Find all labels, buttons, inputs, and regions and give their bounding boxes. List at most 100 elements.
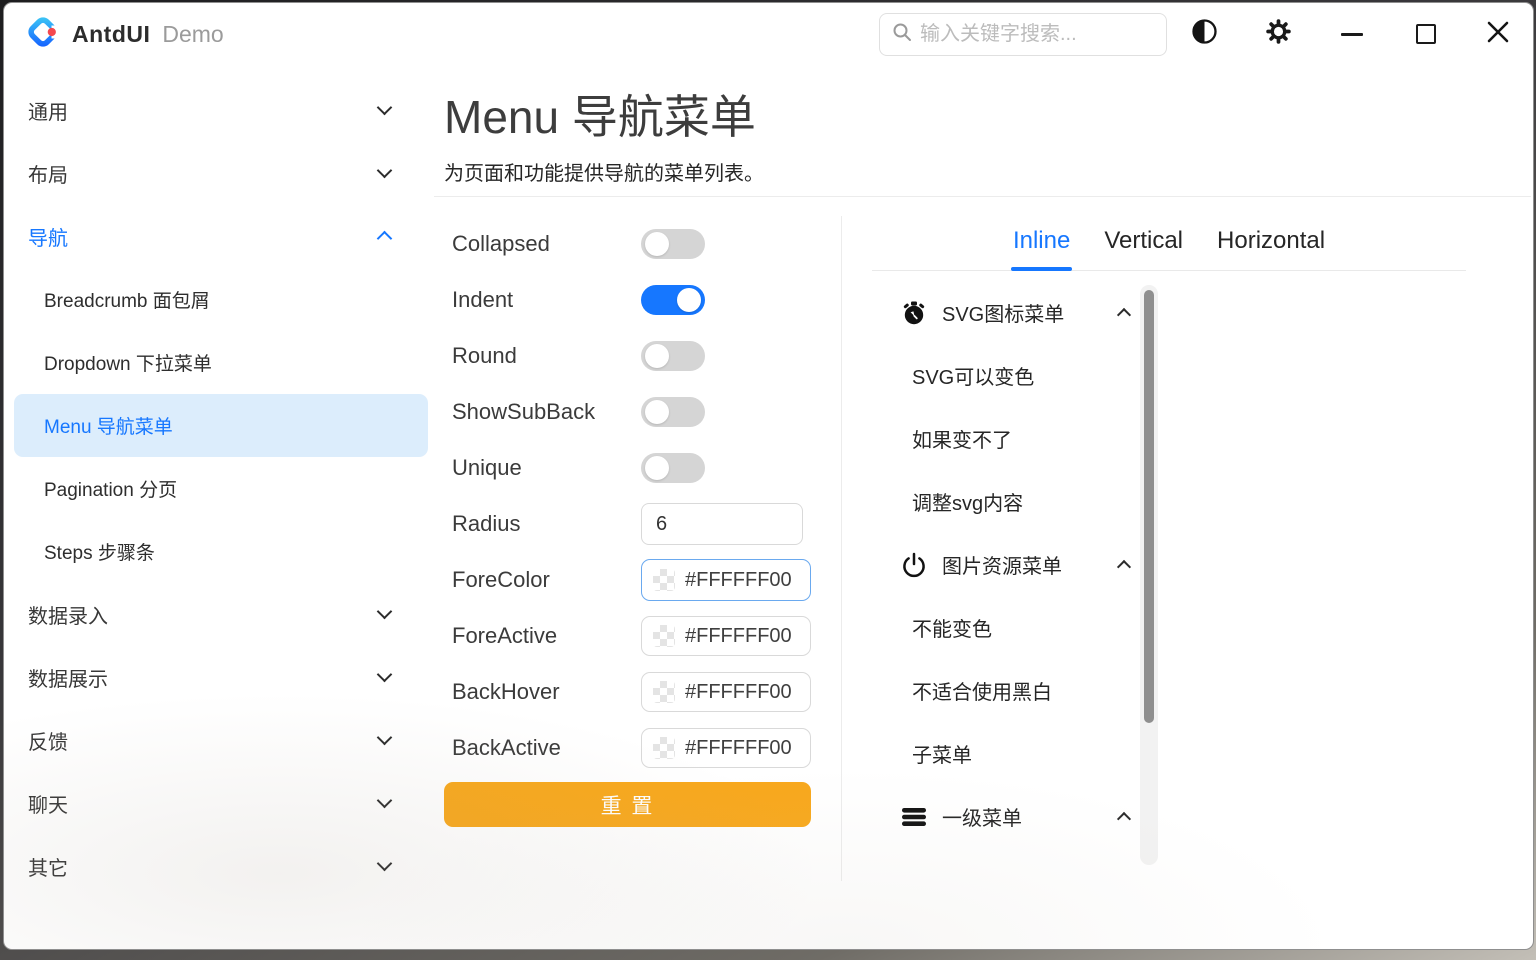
settings-button[interactable] bbox=[1241, 3, 1315, 65]
sidebar-item-label: Steps 步骤条 bbox=[44, 538, 155, 565]
sidebar-item-label: 反馈 bbox=[28, 726, 68, 755]
search-box[interactable] bbox=[879, 13, 1167, 56]
sidebar-item-dropdown[interactable]: Dropdown 下拉菜单 bbox=[4, 331, 434, 394]
chevron-down-icon bbox=[377, 793, 393, 809]
backactive-input[interactable]: #FFFFFF00 bbox=[641, 728, 811, 768]
radius-input[interactable] bbox=[641, 503, 803, 545]
sidebar-item-navigation[interactable]: 导航 bbox=[4, 205, 434, 268]
toggle-knob bbox=[645, 344, 669, 368]
color-value: #FFFFFF00 bbox=[685, 625, 792, 648]
sidebar-item-label: 聊天 bbox=[28, 789, 68, 818]
theme-toggle-button[interactable] bbox=[1167, 3, 1241, 65]
chevron-down-icon bbox=[377, 163, 393, 179]
sidebar: 通用 布局 导航 Breadcrumb 面包屑 Dropdown 下拉菜单 Me… bbox=[4, 65, 434, 949]
menu-lines-icon bbox=[901, 804, 927, 830]
menu-item[interactable]: SVG可以变色 bbox=[842, 344, 1142, 407]
toggle-indent[interactable] bbox=[641, 285, 705, 315]
chevron-up-icon bbox=[1117, 559, 1131, 573]
menu-item[interactable]: 不适合使用黑白 bbox=[842, 659, 1142, 722]
config-row: Round bbox=[434, 328, 841, 384]
sidebar-item-label: Menu 导航菜单 bbox=[44, 412, 173, 439]
toggle-label: Round bbox=[452, 343, 641, 369]
menu-item-label: 不能变色 bbox=[912, 613, 992, 642]
sidebar-item-general[interactable]: 通用 bbox=[4, 79, 434, 142]
close-icon bbox=[1486, 20, 1510, 49]
config-panel: Collapsed Indent Round ShowSubBack bbox=[434, 216, 841, 827]
sidebar-item-steps[interactable]: Steps 步骤条 bbox=[4, 520, 434, 583]
toggle-knob bbox=[645, 400, 669, 424]
minimize-button[interactable] bbox=[1315, 3, 1389, 65]
sidebar-item-menu[interactable]: Menu 导航菜单 bbox=[14, 394, 428, 457]
settings-gear-icon bbox=[1265, 18, 1292, 50]
menu-group-svg[interactable]: SVG图标菜单 bbox=[842, 281, 1142, 344]
toggle-knob bbox=[677, 288, 701, 312]
config-row: ForeActive #FFFFFF00 bbox=[434, 608, 841, 664]
sidebar-item-breadcrumb[interactable]: Breadcrumb 面包屑 bbox=[4, 268, 434, 331]
sidebar-item-layout[interactable]: 布局 bbox=[4, 142, 434, 205]
sidebar-item-label: 通用 bbox=[28, 96, 68, 125]
menu-item[interactable]: 调整svg内容 bbox=[842, 470, 1142, 533]
search-icon bbox=[892, 22, 912, 47]
menu-group-label: 一级菜单 bbox=[942, 802, 1022, 831]
config-row: BackActive #FFFFFF00 bbox=[434, 720, 841, 776]
toggle-unique[interactable] bbox=[641, 453, 705, 483]
desktop-background: AntdUI Demo bbox=[0, 0, 1536, 960]
menu-group-image[interactable]: 图片资源菜单 bbox=[842, 533, 1142, 596]
app-title: AntdUI bbox=[72, 21, 150, 48]
config-row: Collapsed bbox=[434, 216, 841, 272]
sidebar-item-data-display[interactable]: 数据展示 bbox=[4, 646, 434, 709]
menu-item-label: 调整svg内容 bbox=[912, 487, 1023, 516]
backactive-label: BackActive bbox=[452, 735, 641, 761]
close-button[interactable] bbox=[1463, 3, 1533, 65]
backhover-label: BackHover bbox=[452, 679, 641, 705]
chevron-up-icon bbox=[1117, 811, 1131, 825]
sidebar-item-pagination[interactable]: Pagination 分页 bbox=[4, 457, 434, 520]
app-window: AntdUI Demo bbox=[3, 2, 1534, 950]
chevron-down-icon bbox=[377, 730, 393, 746]
config-row: Indent bbox=[434, 272, 841, 328]
menu-item[interactable]: 不能变色 bbox=[842, 596, 1142, 659]
demo-scrollbar-thumb[interactable] bbox=[1144, 290, 1154, 723]
color-value: #FFFFFF00 bbox=[685, 681, 792, 704]
demo-menu: SVG图标菜单 SVG可以变色 如果变不了 调整svg内容 bbox=[842, 281, 1142, 848]
sidebar-item-label: 导航 bbox=[28, 222, 68, 251]
toggle-showsubback[interactable] bbox=[641, 397, 705, 427]
toggle-round[interactable] bbox=[641, 341, 705, 371]
menu-item[interactable]: 子菜单 bbox=[842, 722, 1142, 785]
transparency-swatch bbox=[653, 737, 675, 759]
foreactive-label: ForeActive bbox=[452, 623, 641, 649]
sidebar-item-label: 布局 bbox=[28, 159, 68, 188]
sidebar-item-feedback[interactable]: 反馈 bbox=[4, 709, 434, 772]
foreactive-input[interactable]: #FFFFFF00 bbox=[641, 616, 811, 656]
toggle-knob bbox=[645, 456, 669, 480]
config-row: Unique bbox=[434, 440, 841, 496]
forecolor-input[interactable]: #FFFFFF00 bbox=[641, 559, 811, 601]
menu-item-label: 如果变不了 bbox=[912, 424, 1012, 453]
app-logo-icon bbox=[26, 15, 60, 54]
reset-button[interactable]: 重 置 bbox=[444, 782, 811, 827]
demo-scrollbar-track[interactable] bbox=[1140, 285, 1158, 865]
content-area: Collapsed Indent Round ShowSubBack bbox=[434, 216, 1533, 949]
toggle-label: Indent bbox=[452, 287, 641, 313]
menu-item-label: SVG可以变色 bbox=[912, 361, 1034, 390]
menu-group-top-level[interactable]: 一级菜单 bbox=[842, 785, 1142, 848]
toggle-collapsed[interactable] bbox=[641, 229, 705, 259]
maximize-button[interactable] bbox=[1389, 3, 1463, 65]
backhover-input[interactable]: #FFFFFF00 bbox=[641, 672, 811, 712]
page-header: Menu 导航菜单 为页面和功能提供导航的菜单列表。 bbox=[434, 65, 1531, 197]
sidebar-item-label: 数据录入 bbox=[28, 600, 108, 629]
sidebar-item-other[interactable]: 其它 bbox=[4, 835, 434, 898]
chevron-down-icon bbox=[377, 604, 393, 620]
sidebar-item-label: Dropdown 下拉菜单 bbox=[44, 349, 212, 376]
menu-item[interactable]: 如果变不了 bbox=[842, 407, 1142, 470]
toggle-label: Collapsed bbox=[452, 231, 641, 257]
sidebar-item-data-entry[interactable]: 数据录入 bbox=[4, 583, 434, 646]
sidebar-item-chat[interactable]: 聊天 bbox=[4, 772, 434, 835]
config-row: ShowSubBack bbox=[434, 384, 841, 440]
chevron-down-icon bbox=[377, 100, 393, 116]
search-input[interactable] bbox=[920, 23, 1185, 46]
sidebar-item-label: Breadcrumb 面包屑 bbox=[44, 286, 210, 313]
tab-inline[interactable]: Inline bbox=[1011, 225, 1072, 270]
tab-horizontal[interactable]: Horizontal bbox=[1215, 225, 1327, 270]
tab-vertical[interactable]: Vertical bbox=[1102, 225, 1185, 270]
